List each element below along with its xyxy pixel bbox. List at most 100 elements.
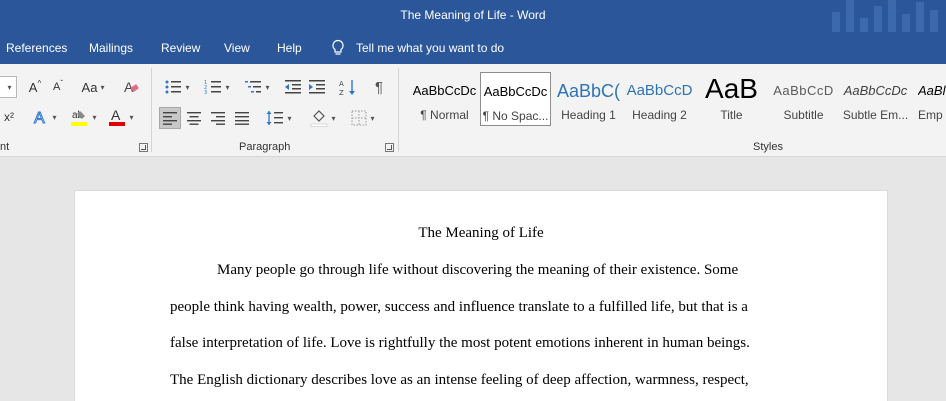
- paragraph-group-label: Paragraph: [239, 141, 291, 153]
- style-name: ¶ No Spac...: [482, 109, 549, 123]
- style-sample: AaBbCcD: [773, 83, 834, 98]
- style-normal[interactable]: AaBbCcDc ¶ Normal: [409, 72, 480, 126]
- group-divider: [151, 68, 152, 152]
- paragraph-dialog-launcher-icon[interactable]: [385, 143, 394, 152]
- style-sample: AaBl: [918, 83, 946, 98]
- multilevel-list-icon: [245, 81, 262, 93]
- pilcrow-icon: ¶: [374, 78, 384, 96]
- style-sample: AaBbCcDc: [483, 84, 548, 99]
- multilevel-list-button[interactable]: ▾: [240, 76, 274, 98]
- shrink-font-icon: A: [52, 81, 61, 93]
- borders-button[interactable]: ▾: [346, 107, 380, 129]
- tell-me-text: Tell me what you want to do: [356, 41, 505, 55]
- paragraph-line[interactable]: Many people go through life without disc…: [217, 262, 738, 279]
- document-page[interactable]: The Meaning of Life Many people go throu…: [74, 190, 888, 401]
- justify-icon: [235, 112, 249, 125]
- style-title[interactable]: AaB Title: [696, 72, 767, 126]
- align-left-button[interactable]: [159, 107, 181, 129]
- text-effects-icon: A: [34, 110, 46, 127]
- grow-font-icon: A: [28, 79, 38, 95]
- clear-formatting-button[interactable]: A: [120, 76, 142, 98]
- style-name: Subtitle: [783, 108, 824, 122]
- align-right-button[interactable]: [207, 107, 229, 129]
- font-color-icon: A: [109, 107, 126, 126]
- grow-font-button[interactable]: A ^: [24, 76, 46, 98]
- text-effects-button[interactable]: A ▾: [30, 106, 60, 128]
- paragraph-line[interactable]: The English dictionary describes love as…: [170, 372, 749, 389]
- style-name: Subtle Em...: [842, 108, 909, 122]
- borders-icon: [351, 110, 367, 126]
- style-name: Heading 2: [632, 108, 687, 122]
- svg-text:Z: Z: [339, 89, 344, 96]
- style-name: Heading 1: [561, 108, 616, 122]
- svg-text:A: A: [111, 107, 121, 123]
- style-name: Emp: [918, 108, 943, 122]
- bullets-button[interactable]: ▾: [160, 76, 194, 98]
- style-heading-2[interactable]: AaBbCcD Heading 2: [624, 72, 695, 126]
- ribbon: ▾ A ^ Aˇ Aa ▾ A x² A ▾ ab ▾ A ▾ nt ▾ 1 2…: [0, 64, 946, 157]
- align-right-icon: [211, 112, 225, 125]
- ribbon-tab-bar: References Mailings Review View Help Tel…: [0, 32, 946, 64]
- shading-button[interactable]: ▾: [306, 107, 340, 129]
- style-heading-1[interactable]: AaBbC( Heading 1: [553, 72, 624, 126]
- style-sample: AaBbC(: [556, 81, 621, 101]
- tab-help[interactable]: Help: [277, 41, 302, 55]
- group-divider: [398, 68, 399, 152]
- style-subtitle[interactable]: AaBbCcD Subtitle: [768, 72, 839, 126]
- paragraph-line[interactable]: people think having wealth, power, succe…: [170, 299, 748, 316]
- svg-text:A: A: [34, 110, 45, 126]
- increase-indent-icon: [309, 80, 325, 94]
- title-bar-pattern: [826, 0, 946, 32]
- sort-button[interactable]: A Z: [336, 76, 360, 98]
- svg-text:3: 3: [204, 90, 207, 95]
- superscript-icon: x²: [4, 110, 14, 124]
- tab-mailings[interactable]: Mailings: [89, 41, 133, 55]
- title-bar: The Meaning of Life - Word: [0, 0, 946, 32]
- style-name: Title: [720, 108, 743, 122]
- show-formatting-marks-button[interactable]: ¶: [368, 76, 390, 98]
- decrease-indent-icon: [285, 80, 301, 94]
- change-case-icon: Aa: [81, 79, 98, 95]
- style-emphasis[interactable]: AaBl Emp: [914, 72, 946, 126]
- style-sample: AaB: [705, 73, 758, 104]
- style-subtle-emphasis[interactable]: AaBbCcDc Subtle Em...: [840, 72, 911, 126]
- shrink-font-button[interactable]: Aˇ: [48, 76, 68, 98]
- numbering-button[interactable]: 1 2 3 ▾: [200, 76, 234, 98]
- justify-button[interactable]: [231, 107, 253, 129]
- decrease-indent-button[interactable]: [282, 76, 304, 98]
- style-no-spacing[interactable]: AaBbCcDc ¶ No Spac...: [480, 72, 551, 126]
- tab-references[interactable]: References: [6, 41, 67, 55]
- style-sample: AaBbCcDc: [843, 83, 908, 98]
- superscript-button[interactable]: x²: [0, 106, 18, 128]
- sort-icon: A Z: [339, 80, 355, 96]
- lightbulb-icon: [332, 39, 344, 55]
- style-sample: AaBbCcD: [626, 82, 693, 99]
- styles-group-label: Styles: [753, 141, 783, 153]
- style-name: ¶ Normal: [420, 108, 469, 122]
- font-group-label: nt: [0, 141, 10, 153]
- numbering-icon: 1 2 3: [204, 80, 222, 95]
- tab-review[interactable]: Review: [161, 41, 200, 55]
- font-dialog-launcher-icon[interactable]: [139, 143, 148, 152]
- increase-indent-button[interactable]: [306, 76, 328, 98]
- tab-view[interactable]: View: [224, 41, 250, 55]
- font-color-button[interactable]: A ▾: [104, 106, 138, 128]
- change-case-button[interactable]: Aa ▾: [76, 76, 110, 98]
- document-title[interactable]: The Meaning of Life: [75, 225, 887, 242]
- tell-me-search[interactable]: Tell me what you want to do: [330, 39, 504, 57]
- line-spacing-icon: [266, 111, 284, 125]
- style-sample: AaBbCcDc: [412, 83, 477, 98]
- window-title: The Meaning of Life - Word: [400, 8, 546, 22]
- bullets-icon: [165, 80, 182, 94]
- align-center-icon: [187, 112, 201, 125]
- font-size-dropdown[interactable]: ▾: [0, 76, 17, 98]
- highlighter-icon: ab: [71, 110, 88, 126]
- highlight-color-button[interactable]: ab ▾: [66, 106, 100, 128]
- paint-bucket-icon: [311, 110, 328, 127]
- align-left-icon: [163, 112, 177, 125]
- clear-formatting-icon: A: [124, 79, 139, 95]
- line-spacing-button[interactable]: ▾: [262, 107, 296, 129]
- paragraph-line[interactable]: false interpretation of life. Love is ri…: [170, 335, 750, 352]
- svg-text:A: A: [339, 80, 344, 88]
- align-center-button[interactable]: [183, 107, 205, 129]
